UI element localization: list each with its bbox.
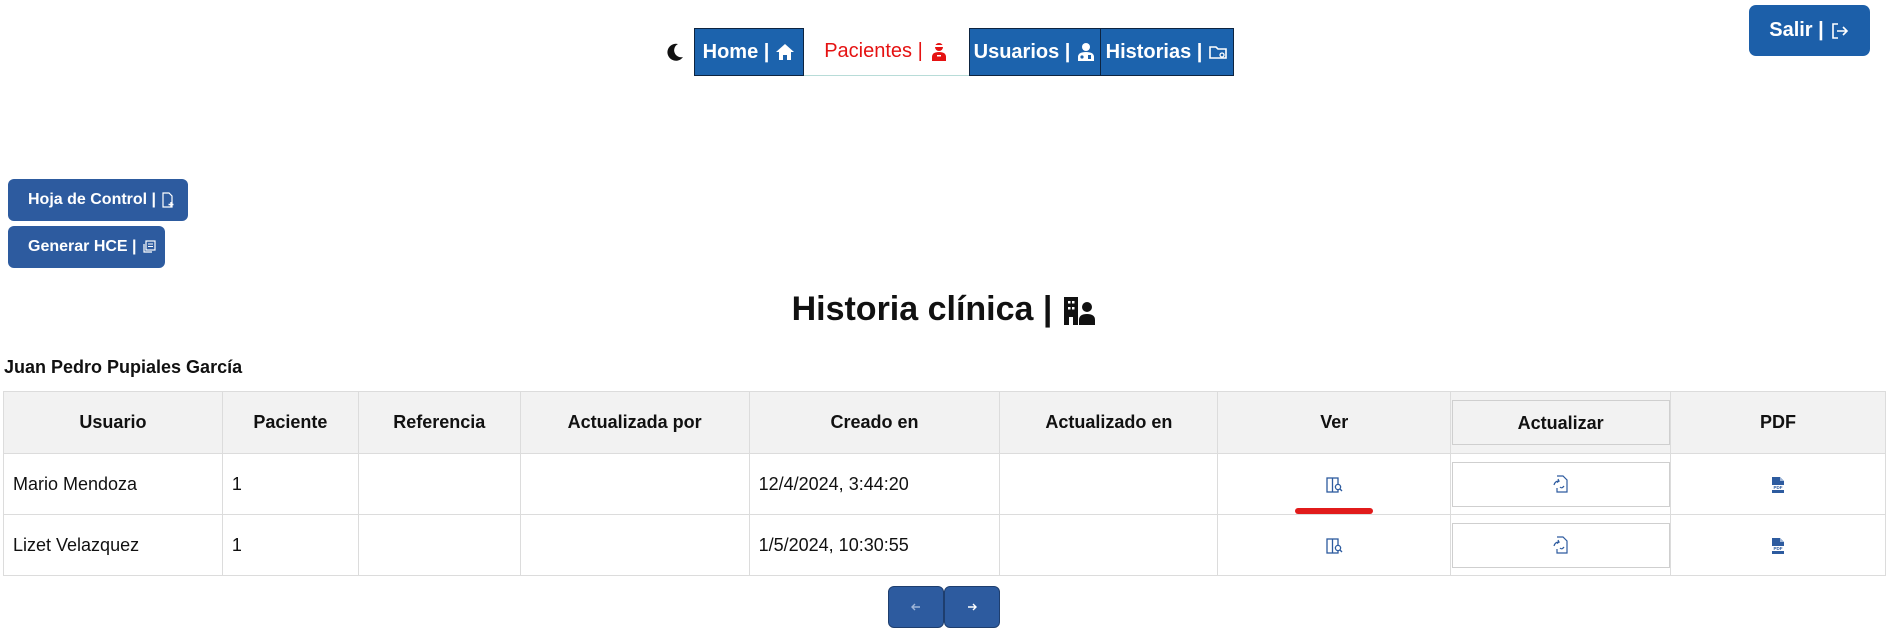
pdf-icon[interactable]: PDF [1769,537,1787,555]
doctor-icon [1078,43,1095,61]
hoja-de-control-label: Hoja de Control | [28,191,157,208]
nav-home[interactable]: Home | [694,28,804,76]
arrow-left-icon [911,603,920,611]
nav-historias-label: Historias | [1105,40,1203,63]
copy-icon [142,240,156,253]
table-row: Mario Mendoza 1 12/4/2024, 3:44:20 PDF [3,453,1886,515]
svg-text:PDF: PDF [1774,546,1783,551]
cell-actualizado-en [999,453,1219,515]
cell-ver [1217,514,1452,576]
generar-hce-button[interactable]: Generar HCE | [8,226,165,268]
house-icon [776,44,795,60]
historias-table: Usuario Paciente Referencia Actualizada … [3,391,1886,576]
cell-paciente: 1 [221,453,359,515]
patient-icon [931,42,946,61]
file-plus-icon [162,192,174,208]
hospital-user-icon [1064,296,1096,325]
prev-page-button[interactable] [888,586,944,628]
page-title-text: Historia clínica | [791,290,1053,328]
col-pdf: PDF [1670,391,1886,454]
folder-icon [1209,46,1228,59]
col-paciente: Paciente [221,391,359,454]
cell-pdf: PDF [1670,514,1886,576]
col-ver: Ver [1217,391,1452,454]
col-usuario: Usuario [3,391,223,454]
main-nav: Home | Pacientes | Usuarios | Historias … [694,28,1234,76]
cell-actualizar [1450,514,1672,576]
logout-label: Salir | [1769,19,1824,41]
highlight-underline [1295,508,1374,514]
table-row: Lizet Velazquez 1 1/5/2024, 10:30:55 PDF [3,514,1886,576]
pdf-icon[interactable]: PDF [1769,476,1787,494]
nav-historias[interactable]: Historias | [1101,28,1234,76]
patient-name: Juan Pedro Pupiales García [4,357,243,377]
view-record-icon[interactable] [1325,476,1343,494]
refresh-document-icon [1553,475,1568,493]
refresh-document-icon [1553,536,1568,554]
col-actualizar: Actualizar [1450,391,1672,454]
moon-icon[interactable] [663,40,687,64]
col-creado-en: Creado en [748,391,1001,454]
view-record-icon[interactable] [1325,537,1343,555]
cell-paciente: 1 [221,514,359,576]
cell-referencia [357,514,521,576]
actualizar-button[interactable] [1451,461,1670,507]
svg-text:PDF: PDF [1774,485,1783,490]
cell-creado-en: 1/5/2024, 10:30:55 [748,514,1001,576]
cell-actualizada-por [519,453,750,515]
cell-creado-en: 12/4/2024, 3:44:20 [748,453,1001,515]
nav-pacientes[interactable]: Pacientes | [804,28,969,76]
arrow-right-icon [968,603,977,611]
col-referencia: Referencia [357,391,521,454]
next-page-button[interactable] [944,586,1000,628]
nav-pacientes-label: Pacientes | [824,40,923,62]
table-header-row: Usuario Paciente Referencia Actualizada … [3,391,1886,454]
page-title: Historia clínica | [0,290,1888,329]
generar-hce-label: Generar HCE | [28,238,137,255]
nav-home-label: Home | [702,40,770,63]
nav-usuarios[interactable]: Usuarios | [969,28,1101,76]
cell-referencia [357,453,521,515]
hoja-de-control-button[interactable]: Hoja de Control | [8,179,188,221]
col-actualizado-en: Actualizado en [999,391,1219,454]
cell-usuario: Mario Mendoza [3,453,223,515]
cell-actualizada-por [519,514,750,576]
cell-pdf: PDF [1670,453,1886,515]
cell-ver [1217,453,1452,515]
logout-button[interactable]: Salir | [1749,5,1870,56]
col-actualizada-por: Actualizada por [519,391,750,454]
cell-actualizado-en [999,514,1219,576]
pagination [888,586,1000,628]
col-actualizar-label: Actualizar [1451,400,1670,445]
cell-usuario: Lizet Velazquez [3,514,223,576]
actualizar-button[interactable] [1451,522,1670,568]
nav-usuarios-label: Usuarios | [973,40,1071,63]
cell-actualizar [1450,453,1672,515]
logout-icon [1831,22,1848,39]
